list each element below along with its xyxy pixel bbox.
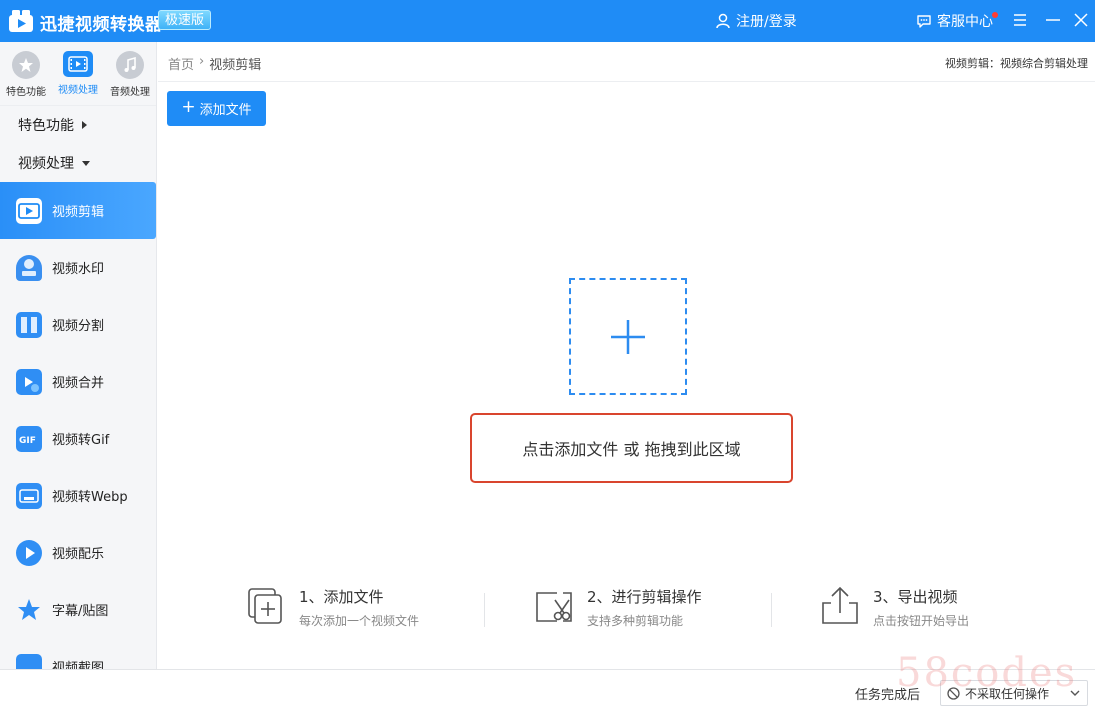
add-file-label: 添加文件 [199,103,252,118]
sidebar-item-video-music[interactable]: 视频配乐 [0,524,156,581]
sidebar-item-label: 视频分割 [52,319,105,334]
tab-video-processing[interactable]: 视频处理 [52,42,104,105]
title-bar: 迅捷视频转换器 极速版 注册/登录 客服中心 [0,0,1095,42]
breadcrumb-home[interactable]: 首页 [168,54,194,73]
sidebar-item-subtitle-sticker[interactable]: 字幕/贴图 [0,581,156,638]
sidebar-item-video-to-gif[interactable]: GIF 视频转Gif [0,410,156,467]
chat-icon [917,14,931,28]
drop-zone[interactable] [569,278,687,395]
group-video-processing[interactable]: 视频处理 [0,144,156,182]
sidebar-item-label: 视频转Webp [52,490,128,505]
svg-text:GIF: GIF [19,436,36,446]
sidebar-item-video-screenshot[interactable]: 视频截图 [0,638,156,669]
webp-icon [16,482,42,509]
sidebar-item-label: 视频配乐 [52,547,105,562]
add-file-button[interactable]: + 添加文件 [167,91,266,126]
sticker-icon [16,597,42,623]
music-play-icon [16,539,42,566]
breadcrumb-bar: 首页 › 视频剪辑 视频剪辑：视频综合剪辑处理 [158,42,1095,82]
sidebar-item-video-clip[interactable]: 视频剪辑 [0,182,156,239]
divider [484,593,485,627]
sidebar-item-video-merge[interactable]: 视频合并 [0,353,156,410]
app-logo-icon [9,10,33,32]
video-clip-icon [16,197,42,224]
step-export: 3、导出视频 点击按钮开始导出 [819,585,969,635]
drop-hint-text: 点击添加文件 或 拖拽到此区域 [522,440,741,459]
sidebar-item-label: 视频截图 [52,661,105,669]
caret-right-icon [82,121,87,129]
minimize-icon[interactable] [1043,10,1063,30]
after-complete-label: 任务完成后 [855,688,921,703]
caret-down-icon [82,160,90,166]
screenshot-icon [16,653,42,669]
steps-guide: 1、添加文件 每次添加一个视频文件 2、进行剪辑操作 支持多种剪辑功能 3、导出… [245,585,1005,635]
step-add-file: 1、添加文件 每次添加一个视频文件 [245,585,419,635]
step-title: 1、添加文件 [299,588,384,606]
add-file-icon [248,588,282,624]
sidebar-item-label: 视频水印 [52,262,105,277]
app-title: 迅捷视频转换器 [40,15,163,35]
sidebar-item-video-to-webp[interactable]: 视频转Webp [0,467,156,524]
sidebar-item-label: 视频合并 [52,376,105,391]
breadcrumb: 首页 › 视频剪辑 [168,54,261,73]
divider [771,593,772,627]
step-title: 3、导出视频 [873,588,958,606]
step-title: 2、进行剪辑操作 [587,588,702,606]
login-button[interactable]: 注册/登录 [716,10,797,32]
service-label: 客服中心 [937,11,998,31]
sidebar-item-video-watermark[interactable]: 视频水印 [0,239,156,296]
breadcrumb-separator: › [199,54,205,69]
customer-service-button[interactable]: 客服中心 [916,10,998,32]
music-note-icon [116,51,144,79]
ban-icon [947,686,960,700]
sidebar-item-label: 视频转Gif [52,433,110,448]
status-bar: 任务完成后 不采取任何操作 [0,669,1095,715]
split-icon [16,311,42,338]
group-video-processing-label: 视频处理 [18,156,74,172]
step-edit: 2、进行剪辑操作 支持多种剪辑功能 [533,585,702,635]
star-icon [12,51,40,79]
merge-icon [16,368,42,395]
category-tabs: 特色功能 视频处理 音频处理 [0,42,156,106]
gif-icon: GIF [16,425,42,452]
tab-audio-processing[interactable]: 音频处理 [104,42,156,105]
after-complete-value: 不采取任何操作 [965,686,1050,701]
step-subtitle: 每次添加一个视频文件 [299,614,420,628]
stamp-icon [16,254,42,281]
film-icon [63,51,93,77]
cut-icon [536,592,572,622]
chevron-down-icon [1070,690,1080,696]
group-featured-label: 特色功能 [18,118,74,134]
notification-dot [992,12,998,18]
tab-featured-label: 特色功能 [6,87,46,98]
breadcrumb-current: 视频剪辑 [209,58,262,73]
edition-badge: 极速版 [158,10,212,30]
close-icon[interactable] [1071,10,1091,30]
tab-audio-processing-label: 音频处理 [110,87,150,98]
sidebar: 特色功能 视频处理 音频处理 特色功能 视频处理 视频剪辑 视频水印 视频分割 … [0,42,157,669]
step-subtitle: 支持多种剪辑功能 [587,614,684,628]
login-label: 注册/登录 [736,14,797,30]
drop-hint-box[interactable]: 点击添加文件 或 拖拽到此区域 [470,413,793,483]
page-description: 视频剪辑：视频综合剪辑处理 [945,57,1088,70]
after-complete-select[interactable]: 不采取任何操作 [940,680,1088,706]
tab-video-processing-label: 视频处理 [58,85,98,96]
group-featured[interactable]: 特色功能 [0,106,156,144]
export-icon [822,586,858,624]
sidebar-item-label: 字幕/贴图 [52,604,109,619]
plus-icon: + [181,97,196,117]
menu-icon[interactable] [1010,10,1030,30]
user-icon [716,13,730,29]
tab-featured[interactable]: 特色功能 [0,42,52,105]
sidebar-item-video-split[interactable]: 视频分割 [0,296,156,353]
sidebar-item-label: 视频剪辑 [52,205,105,220]
add-plus-icon [611,319,645,354]
step-subtitle: 点击按钮开始导出 [873,614,970,628]
